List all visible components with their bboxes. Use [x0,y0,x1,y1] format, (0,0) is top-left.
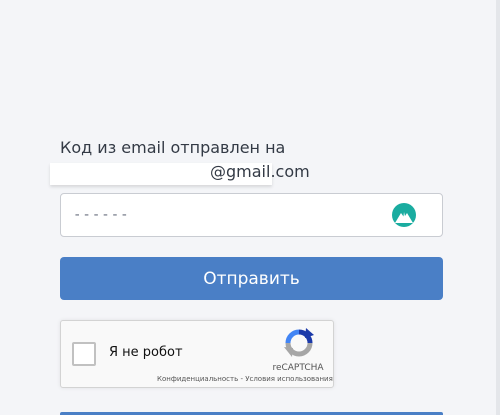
code-input[interactable] [73,194,373,236]
privacy-link[interactable]: Конфиденциальность [157,375,238,383]
terms-link[interactable]: Условия использования [245,375,333,383]
sent-message: Код из email отправлен на @gmail.com [50,136,440,185]
code-field [60,193,443,237]
submit-button[interactable]: Отправить [60,257,443,300]
recaptcha-links: Конфиденциальность - Условия использован… [157,375,333,383]
recaptcha-logo-icon [284,328,314,357]
link-separator: - [240,375,243,383]
recaptcha-widget: Я не робот reCAPTCHA Конфиденциальность … [60,320,334,388]
recaptcha-label: Я не робот [109,345,183,360]
sent-message-line1: Код из email отправлен на [60,138,286,157]
email-domain: @gmail.com [210,162,310,181]
page-edge-strip [496,0,500,415]
vpn-mountain-icon[interactable] [392,203,416,227]
sent-message-line2: @gmail.com [50,160,440,185]
recaptcha-brand: reCAPTCHA [272,363,324,373]
recaptcha-checkbox[interactable] [72,342,96,366]
